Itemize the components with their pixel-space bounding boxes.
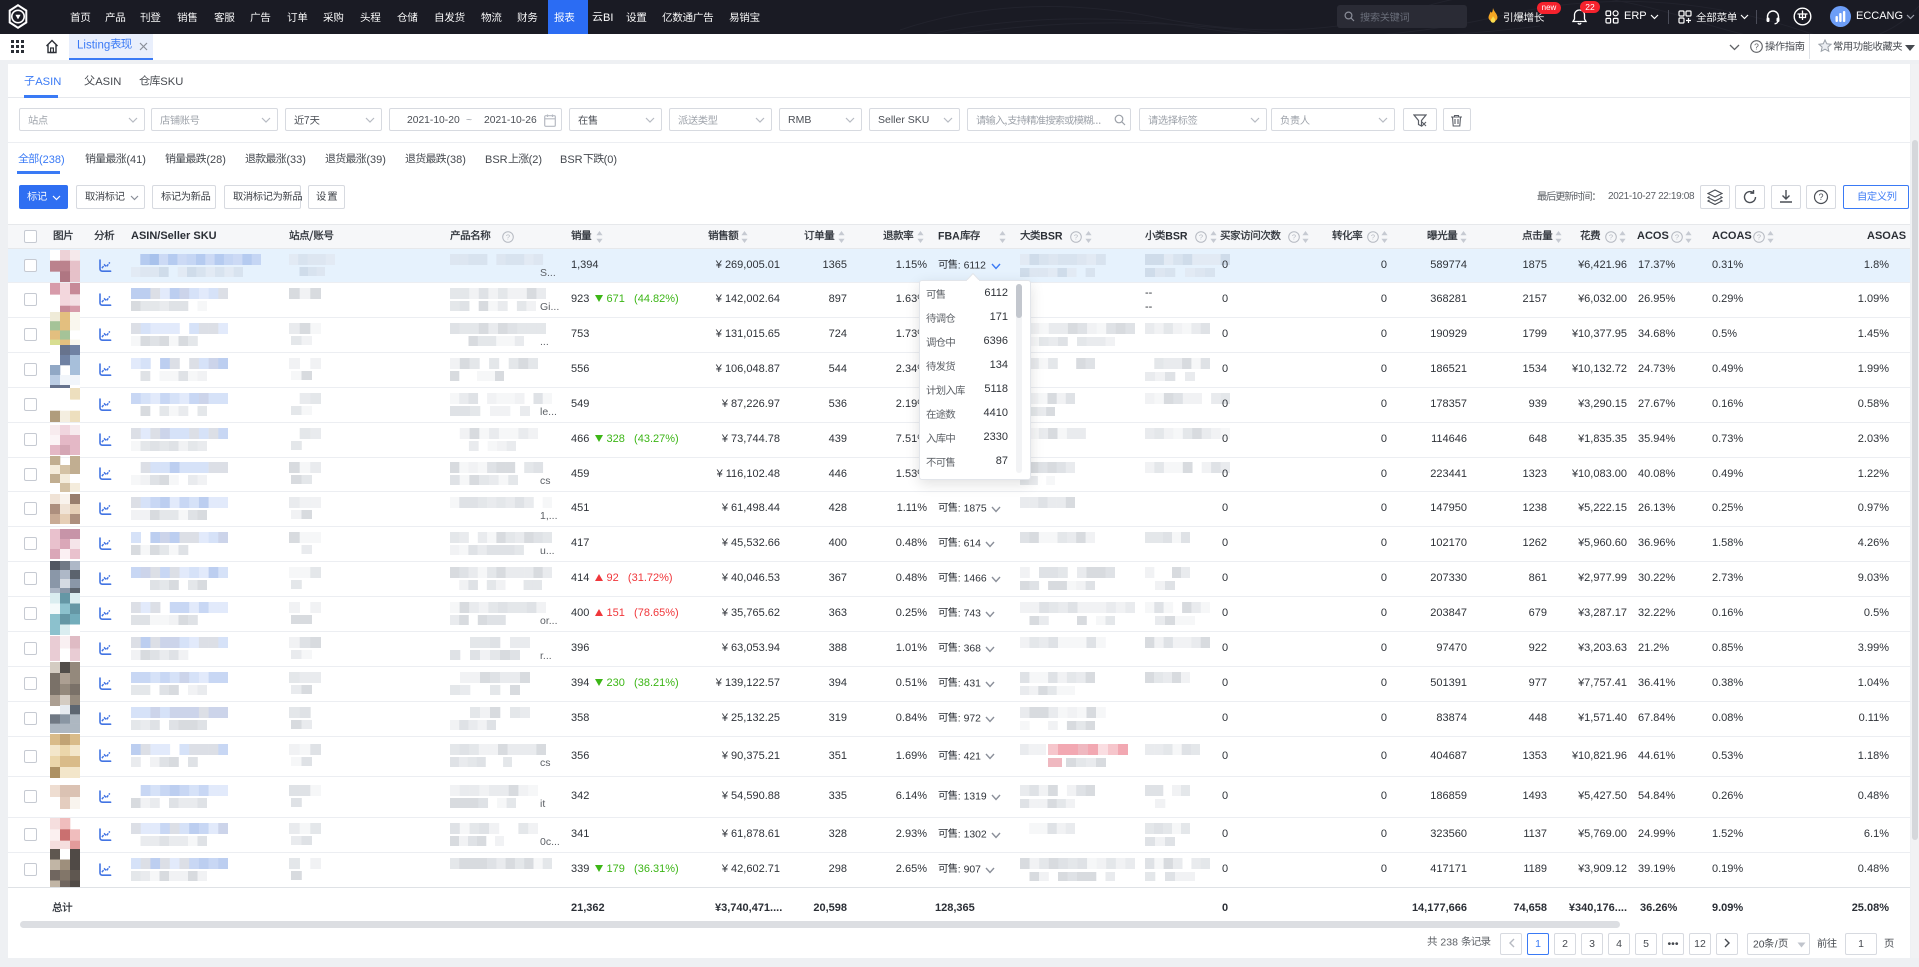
svg-text:?: ? bbox=[1292, 233, 1296, 242]
svg-text:?: ? bbox=[1754, 41, 1759, 51]
svg-text:?: ? bbox=[1074, 233, 1078, 242]
svg-text:?: ? bbox=[1757, 233, 1761, 242]
svg-text:?: ? bbox=[1818, 192, 1823, 202]
svg-text:?: ? bbox=[1675, 233, 1679, 242]
svg-text:?: ? bbox=[506, 233, 510, 242]
svg-text:?: ? bbox=[1199, 233, 1203, 242]
svg-text:?: ? bbox=[1371, 233, 1375, 242]
svg-text:?: ? bbox=[1609, 233, 1613, 242]
